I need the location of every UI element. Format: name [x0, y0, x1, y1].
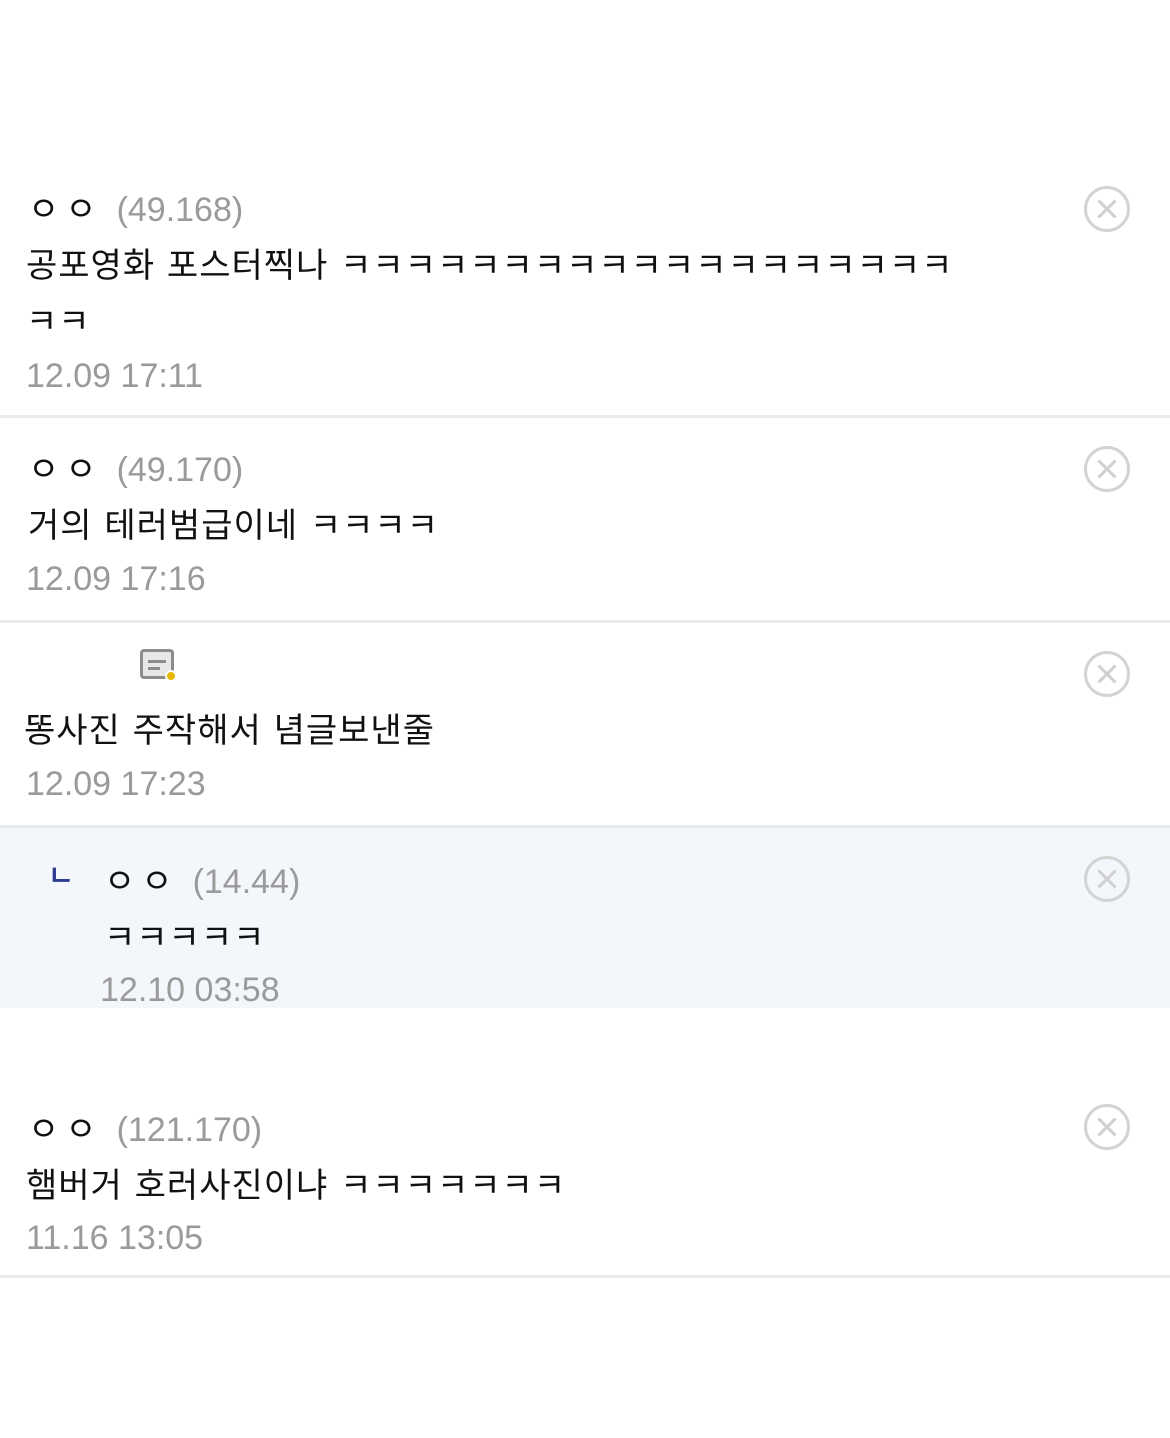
delete-icon[interactable] — [1084, 446, 1130, 492]
nickname[interactable]: ㅇㅇ — [28, 182, 103, 231]
image-icon-badge — [165, 670, 177, 682]
comment-item: 똥사진 주작해서 념글보낸줄 12.09 17:23 — [0, 623, 1170, 828]
nickname[interactable]: ㅇㅇ — [28, 442, 103, 491]
nickname[interactable]: ㅇㅇ — [28, 1102, 103, 1151]
image-icon-line — [148, 667, 160, 670]
comment-text: 햄버거 호러사진이냐 ㅋㅋㅋㅋㅋㅋㅋ — [26, 1166, 567, 1206]
ip-address: (14.44) — [192, 863, 301, 901]
comment-item: ㅇㅇ (49.170) 거의 테러범급이네 ㅋㅋㅋㅋ 12.09 17:16 — [0, 418, 1170, 623]
ip-address: (49.168) — [116, 191, 244, 229]
comment-text: 공포영화 포스터찍나 ㅋㅋㅋㅋㅋㅋㅋㅋㅋㅋㅋㅋㅋㅋㅋㅋㅋㅋㅋ — [26, 246, 954, 286]
comment-header: ㅇㅇ (49.170) — [28, 442, 243, 491]
timestamp: 12.10 03:58 — [100, 971, 280, 1009]
nickname[interactable]: ㅇㅇ — [104, 854, 179, 903]
timestamp: 12.09 17:23 — [26, 765, 206, 803]
image-icon-line — [148, 660, 166, 663]
comment-header: ㅇㅇ (49.168) — [28, 182, 243, 231]
comment-text: 똥사진 주작해서 념글보낸줄 — [24, 711, 435, 751]
timestamp: 12.09 17:11 — [26, 357, 204, 395]
delete-icon[interactable] — [1084, 856, 1130, 902]
ip-address: (121.170) — [116, 1111, 263, 1149]
timestamp: 11.16 13:05 — [26, 1219, 204, 1257]
image-icon — [140, 649, 177, 682]
comment-text-continued: ㅋㅋ — [26, 302, 91, 342]
reply-item: ㄴ ㅇㅇ (14.44) ㅋㅋㅋㅋㅋ 12.10 03:58 — [0, 828, 1170, 1009]
delete-icon[interactable] — [1084, 651, 1130, 697]
comment-item: ㅇㅇ (49.168) 공포영화 포스터찍나 ㅋㅋㅋㅋㅋㅋㅋㅋㅋㅋㅋㅋㅋㅋㅋㅋㅋ… — [0, 160, 1170, 418]
comment-item: ㅇㅇ (121.170) 햄버거 호러사진이냐 ㅋㅋㅋㅋㅋㅋㅋ 11.16 13… — [0, 1076, 1170, 1278]
reply-indicator-icon: ㄴ — [48, 859, 74, 892]
delete-icon[interactable] — [1084, 186, 1130, 232]
timestamp: 12.09 17:16 — [26, 560, 206, 598]
ip-address: (49.170) — [116, 451, 244, 489]
comment-header: ㅇㅇ (121.170) — [28, 1102, 262, 1151]
comment-text: 거의 테러범급이네 ㅋㅋㅋㅋ — [28, 506, 439, 546]
comment-text: ㅋㅋㅋㅋㅋ — [104, 918, 266, 958]
delete-icon[interactable] — [1084, 1104, 1130, 1150]
comment-header: ㅇㅇ (14.44) — [104, 854, 300, 903]
